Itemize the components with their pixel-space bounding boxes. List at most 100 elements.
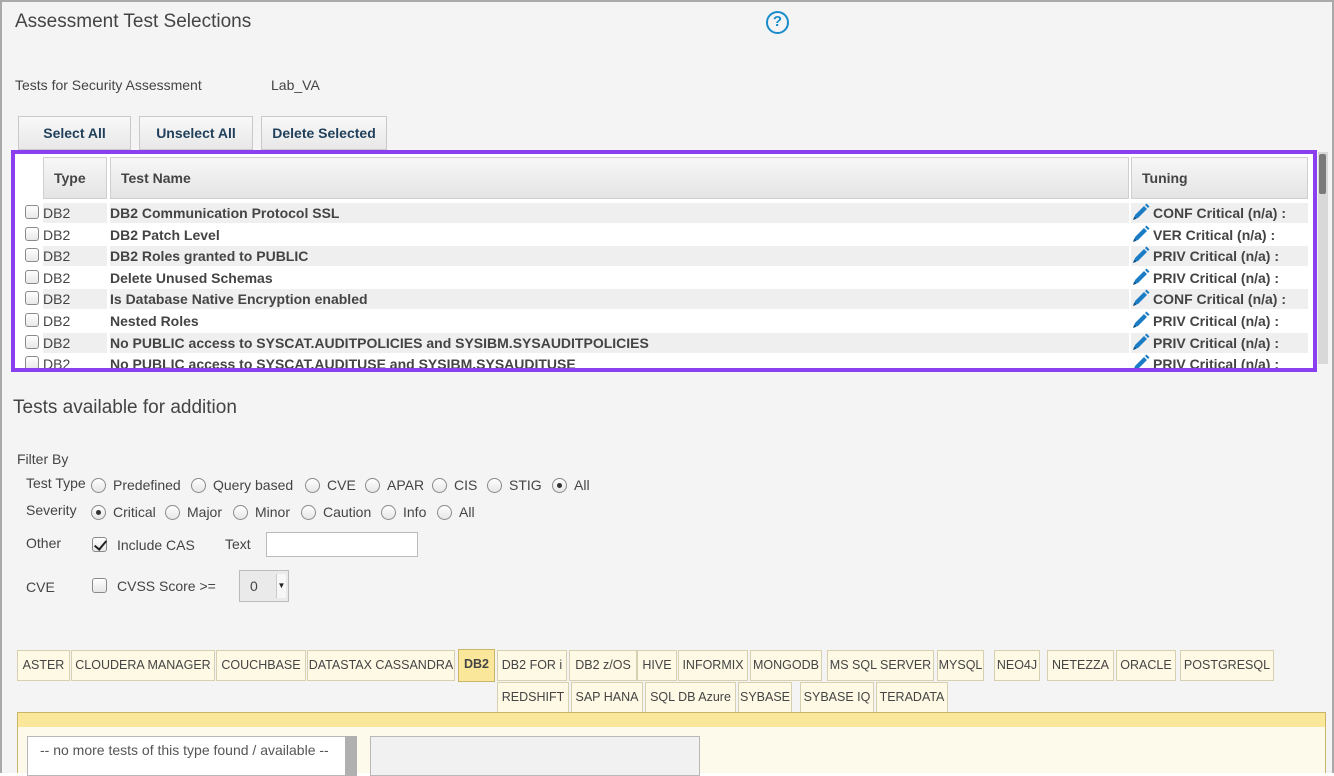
test-type-radio-cis[interactable]	[432, 478, 447, 493]
pencil-icon[interactable]	[1131, 267, 1151, 287]
assessment-label: Tests for Security Assessment	[15, 77, 202, 93]
unselect-all-button[interactable]: Unselect All	[139, 116, 253, 150]
tab-redshift[interactable]: REDSHIFT	[497, 682, 569, 713]
column-header-tuning[interactable]: Tuning	[1131, 157, 1308, 199]
row-checkbox[interactable]	[25, 334, 39, 349]
row-checkbox[interactable]	[25, 356, 39, 368]
test-type-radio-query-based[interactable]	[191, 478, 206, 493]
cve-label: CVE	[26, 579, 55, 595]
table-row[interactable]: DB2 DB2 Communication Protocol SSL CONF Cr…	[15, 202, 1309, 224]
row-checkbox[interactable]	[25, 269, 39, 284]
tab-postgresql[interactable]: POSTGRESQL	[1180, 650, 1274, 681]
severity-option-label: Major	[187, 504, 223, 520]
pencil-icon[interactable]	[1131, 202, 1151, 222]
pencil-icon[interactable]	[1131, 288, 1151, 308]
severity-radio-caution[interactable]	[301, 505, 316, 520]
pencil-icon[interactable]	[1131, 332, 1151, 352]
tab-mongodb[interactable]: MONGODB	[750, 650, 822, 681]
table-scrollbar[interactable]	[1318, 152, 1328, 364]
row-checkbox[interactable]	[25, 291, 39, 306]
tab-hive[interactable]: HIVE	[637, 650, 677, 681]
tab-aster[interactable]: ASTER	[17, 650, 70, 681]
tab-sybase[interactable]: SYBASE	[738, 682, 792, 713]
tab-netezza[interactable]: NETEZZA	[1047, 650, 1114, 681]
test-type-label: Test Type	[26, 475, 86, 491]
table-row[interactable]: DB2 No PUBLIC access to SYSCAT.AUDITUSE a…	[15, 353, 1309, 372]
table-scroll-thumb[interactable]	[1319, 154, 1326, 194]
table-row[interactable]: DB2 Delete Unused Schemas PRIV Critical (n…	[15, 267, 1309, 289]
severity-radio-critical[interactable]	[91, 505, 106, 520]
severity-radio-minor[interactable]	[233, 505, 248, 520]
row-type: DB2	[43, 291, 71, 308]
row-tuning: PRIV Critical (n/a) :	[1153, 248, 1280, 265]
row-checkbox[interactable]	[25, 226, 39, 241]
row-test-name: DB2 Communication Protocol SSL	[110, 205, 340, 221]
test-detail-box	[370, 736, 700, 776]
row-test-name: Delete Unused Schemas	[110, 269, 273, 286]
row-tuning: PRIV Critical (n/a) :	[1153, 313, 1280, 329]
pencil-icon[interactable]	[1131, 310, 1151, 330]
severity-radio-all[interactable]	[437, 505, 452, 520]
help-icon[interactable]: ?	[766, 11, 789, 34]
assessment-name: Lab_VA	[271, 77, 320, 93]
row-type: DB2	[43, 334, 71, 351]
test-type-option-label: Predefined	[113, 477, 181, 493]
tab-db2-z-os[interactable]: DB2 z/OS	[569, 650, 637, 681]
test-type-radio-apar[interactable]	[365, 478, 380, 493]
pencil-icon[interactable]	[1131, 224, 1151, 244]
test-type-radio-all[interactable]	[552, 478, 567, 493]
table-row[interactable]: DB2 No PUBLIC access to SYSCAT.AUDITPOLIC…	[15, 332, 1309, 354]
tab-panel-header-bar	[18, 713, 1325, 727]
pencil-icon[interactable]	[1131, 353, 1151, 372]
table-row[interactable]: DB2 Nested Roles PRIV Critical (n/a) :	[15, 310, 1309, 332]
row-test-name: Nested Roles	[110, 313, 199, 329]
delete-selected-button[interactable]: Delete Selected	[261, 116, 387, 150]
pencil-icon[interactable]	[1131, 245, 1151, 265]
row-type: DB2	[43, 356, 71, 372]
other-label: Other	[26, 535, 62, 551]
test-type-option-label: All	[574, 477, 590, 493]
test-type-radio-stig[interactable]	[487, 478, 502, 493]
row-type: DB2	[43, 248, 71, 265]
tab-couchbase[interactable]: COUCHBASE	[216, 650, 306, 681]
tab-oracle[interactable]: ORACLE	[1116, 650, 1176, 681]
table-row[interactable]: DB2 DB2 Roles granted to PUBLIC PRIV Criti…	[15, 245, 1309, 267]
column-header-test-name[interactable]: Test Name	[110, 157, 1129, 199]
tab-informix[interactable]: INFORMIX	[678, 650, 748, 681]
table-row[interactable]: DB2 Is Database Native Encryption enabled…	[15, 288, 1309, 310]
table-row[interactable]: DB2 DB2 Patch Level VER Critical (n/a) :	[15, 224, 1309, 246]
tab-sybase-iq[interactable]: SYBASE IQ	[800, 682, 874, 713]
tab-neo4j[interactable]: NEO4J	[994, 650, 1040, 681]
row-tuning: PRIV Critical (n/a) :	[1153, 356, 1280, 372]
available-list-scrollbar[interactable]	[345, 736, 357, 776]
text-filter-input[interactable]	[266, 532, 418, 557]
tab-db2-for-i[interactable]: DB2 FOR i	[497, 650, 567, 681]
row-checkbox[interactable]	[25, 205, 39, 219]
tab-cloudera-manager[interactable]: CLOUDERA MANAGER	[71, 650, 215, 681]
select-all-button[interactable]: Select All	[18, 116, 131, 150]
test-type-radio-cve[interactable]	[305, 478, 320, 493]
column-header-type[interactable]: Type	[43, 157, 107, 199]
row-checkbox[interactable]	[25, 248, 39, 263]
severity-radio-info[interactable]	[381, 505, 396, 520]
tab-db2[interactable]: DB2	[458, 649, 495, 682]
severity-radio-major[interactable]	[165, 505, 180, 520]
tab-teradata[interactable]: TERADATA	[876, 682, 948, 713]
row-test-name: DB2 Patch Level	[110, 226, 220, 243]
cvss-checkbox[interactable]	[92, 578, 107, 593]
test-type-option-label: CIS	[454, 477, 478, 493]
row-checkbox[interactable]	[25, 313, 39, 327]
tab-sap-hana[interactable]: SAP HANA	[571, 682, 643, 713]
cvss-score-label: CVSS Score >=	[117, 578, 216, 594]
tab-ms-sql-server[interactable]: MS SQL SERVER	[827, 650, 934, 681]
test-type-radio-predefined[interactable]	[91, 478, 106, 493]
severity-option-label: Caution	[323, 504, 372, 520]
include-cas-checkbox[interactable]	[92, 537, 107, 552]
tab-sql-db-azure[interactable]: SQL DB Azure	[645, 682, 736, 713]
tab-datastax-cassandra[interactable]: DATASTAX CASSANDRA	[307, 650, 455, 681]
available-tests-list[interactable]: -- no more tests of this type found / av…	[27, 736, 347, 776]
page-title: Assessment Test Selections	[15, 11, 252, 32]
cvss-score-select[interactable]: 0 ▼	[239, 570, 289, 602]
tab-mysql[interactable]: MYSQL	[937, 650, 984, 681]
row-tuning: CONF Critical (n/a) :	[1153, 291, 1287, 308]
